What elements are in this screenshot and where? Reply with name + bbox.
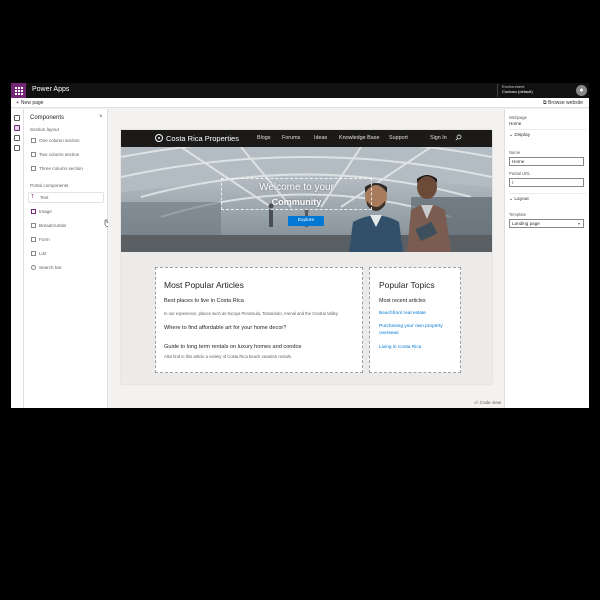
partial-url-label: Partial URL — [509, 171, 531, 176]
themes-icon[interactable] — [14, 135, 20, 141]
one-column-section-item[interactable]: One column section — [29, 136, 103, 145]
hero-banner: Welcome to your Community Explore — [121, 147, 492, 252]
template-label: Template — [509, 212, 526, 217]
image-icon — [31, 209, 36, 214]
component-label: List — [39, 251, 47, 256]
close-icon[interactable]: × — [99, 114, 103, 120]
article-title[interactable]: Best places to live in Costa Rica — [164, 298, 244, 304]
components-panel-title: Components — [30, 115, 65, 121]
article-title[interactable]: Guide to long term rentals on luxury hom… — [164, 344, 301, 350]
one-column-icon — [31, 138, 36, 143]
site-logo-icon — [155, 134, 163, 142]
code-view-button[interactable]: ‹/› Code view — [474, 400, 501, 405]
layout-section-toggle[interactable]: ⌄ Layout — [509, 197, 529, 202]
component-label: Three column section — [39, 166, 83, 171]
page-canvas: Costa Rica Properties Blogs Forums Ideas… — [108, 109, 504, 399]
hero-title[interactable]: Welcome to your — [221, 182, 372, 193]
webpage-label: Webpage — [509, 115, 527, 120]
site-header: Costa Rica Properties Blogs Forums Ideas… — [121, 130, 492, 147]
article-title[interactable]: Where to find affordable art for your ho… — [164, 325, 286, 331]
nav-support[interactable]: Support — [389, 135, 408, 141]
form-icon — [31, 237, 36, 242]
website-preview: Costa Rica Properties Blogs Forums Ideas… — [121, 130, 492, 384]
topic-link[interactable]: Living in Costa Rica — [379, 345, 457, 352]
maker-studio-window: Power Apps Environment Contoso (default)… — [11, 83, 589, 408]
topics-heading: Popular Topics — [379, 280, 435, 290]
name-label: Name — [509, 150, 521, 155]
three-column-section-item[interactable]: Three column section — [29, 164, 103, 173]
avatar[interactable]: ● — [576, 85, 587, 96]
articles-heading: Most Popular Articles — [164, 280, 244, 290]
site-name[interactable]: Costa Rica Properties — [166, 134, 239, 143]
code-view-label: Code view — [479, 400, 502, 405]
pages-icon[interactable] — [14, 115, 20, 121]
template-value: Landing page — [512, 221, 540, 226]
partial-url-field[interactable]: / — [509, 178, 584, 187]
components-panel: Components × Section layout One column s… — [24, 109, 110, 408]
display-section-label: Display — [514, 133, 531, 138]
component-label: Search bar — [39, 265, 62, 270]
name-field[interactable]: Home — [509, 157, 584, 166]
webpage-value: Home — [509, 121, 522, 126]
component-label: Text — [40, 195, 49, 200]
add-icon: + — [16, 100, 19, 106]
text-component-item[interactable]: T Text — [29, 193, 103, 202]
divider — [509, 193, 586, 194]
three-column-icon — [31, 166, 36, 171]
environment-picker[interactable]: Environment Contoso (default) — [497, 84, 533, 97]
list-icon — [31, 251, 36, 256]
nav-blogs[interactable]: Blogs — [257, 135, 271, 141]
components-icon[interactable] — [14, 125, 20, 131]
search-bar-component-item[interactable]: Search bar — [29, 263, 103, 272]
component-label: Image — [39, 209, 52, 214]
hero-subtitle[interactable]: Community — [221, 197, 372, 207]
article-description: In our experience, places such as Nicoya… — [164, 311, 338, 316]
templates-icon[interactable] — [14, 145, 20, 151]
component-label: Form — [39, 237, 50, 242]
browse-website-label: Browse website — [547, 100, 583, 106]
layout-section-label: Layout — [514, 197, 529, 202]
topic-link[interactable]: Beachfront real estate — [379, 311, 457, 318]
browse-website-button[interactable]: ⧉ Browse website — [543, 100, 583, 106]
new-page-label: New page — [20, 100, 44, 106]
two-column-icon — [31, 152, 36, 157]
article-description: Also find in this article a variety of C… — [164, 354, 293, 359]
search-icon[interactable] — [455, 134, 462, 141]
section-layout-heading: Section layout — [30, 127, 59, 132]
nav-knowledge-base[interactable]: Knowledge Base — [339, 135, 379, 141]
popular-articles-card: Most Popular Articles Best places to liv… — [155, 267, 363, 373]
list-component-item[interactable]: List — [29, 249, 103, 258]
app-launcher-icon[interactable] — [11, 83, 26, 98]
left-rail — [11, 109, 24, 408]
image-component-item[interactable]: Image — [29, 207, 103, 216]
popular-topics-card: Popular Topics Most recent articles Beac… — [369, 267, 461, 373]
nav-sign-in[interactable]: Sign In — [430, 135, 447, 141]
two-column-section-item[interactable]: Two column section — [29, 150, 103, 159]
component-label: Breadcrumbs — [39, 223, 67, 228]
nav-ideas[interactable]: Ideas — [314, 135, 327, 141]
portal-components-heading: Portal components — [30, 183, 69, 188]
breadcrumbs-component-item[interactable]: Breadcrumbs — [29, 221, 103, 230]
environment-name: Contoso (default) — [502, 89, 533, 94]
form-component-item[interactable]: Form — [29, 235, 103, 244]
component-label: One column section — [39, 138, 80, 143]
explore-button[interactable]: Explore — [288, 216, 324, 226]
app-title: Power Apps — [32, 86, 70, 93]
properties-panel: Webpage Home ⌄ Display Name Home Partial… — [504, 109, 589, 408]
topic-link[interactable]: Purchasing your own property overseas — [379, 324, 457, 337]
display-section-toggle[interactable]: ⌄ Display — [509, 133, 530, 138]
divider — [509, 129, 586, 130]
breadcrumbs-icon — [31, 223, 36, 228]
template-select[interactable]: Landing page — [509, 219, 584, 228]
command-bar: + New page ⧉ Browse website — [11, 98, 589, 108]
nav-forums[interactable]: Forums — [282, 135, 300, 141]
topics-subheading: Most recent articles — [379, 298, 426, 304]
new-page-button[interactable]: + New page — [16, 100, 43, 106]
text-icon: T — [31, 194, 35, 200]
search-icon — [31, 265, 36, 270]
app-header: Power Apps Environment Contoso (default)… — [11, 83, 589, 98]
component-label: Two column section — [39, 152, 80, 157]
